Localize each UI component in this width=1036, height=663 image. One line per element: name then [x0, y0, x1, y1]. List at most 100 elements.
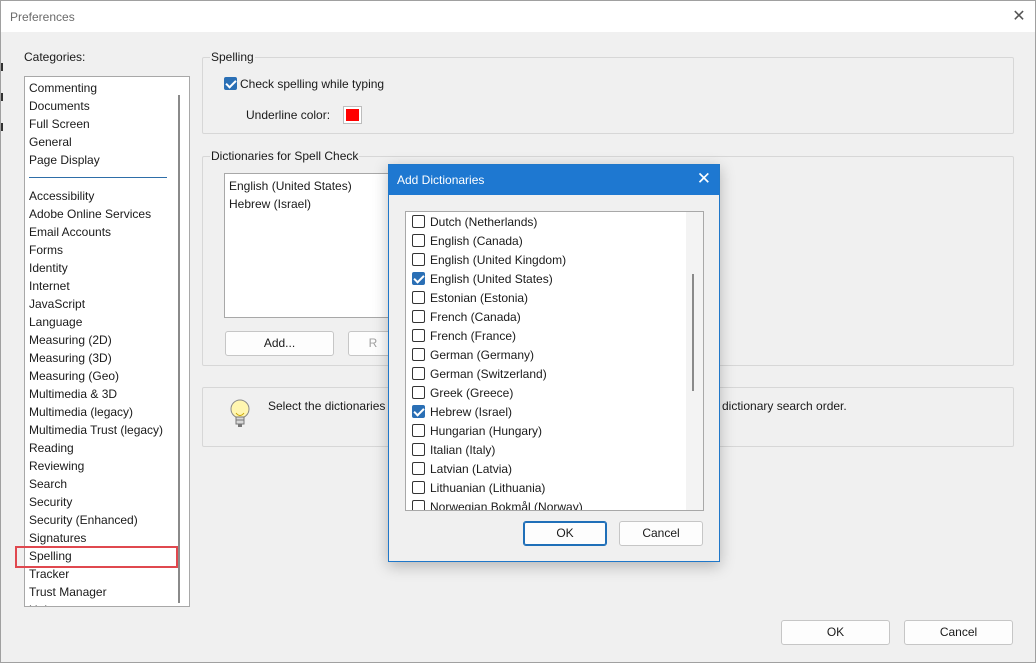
- list-item[interactable]: Lithuanian (Lithuania): [412, 479, 545, 498]
- language-label: Dutch (Netherlands): [430, 215, 538, 229]
- language-label: English (Canada): [430, 234, 523, 248]
- close-icon[interactable]: ✕: [1009, 6, 1029, 26]
- list-item[interactable]: Hebrew (Israel): [412, 403, 512, 422]
- list-item[interactable]: English (United States): [229, 177, 352, 195]
- category-item[interactable]: Commenting: [29, 79, 97, 97]
- list-item[interactable]: French (France): [412, 327, 516, 346]
- language-checkbox[interactable]: [412, 234, 425, 247]
- language-checkbox[interactable]: [412, 367, 425, 380]
- dictionaries-group-title: Dictionaries for Spell Check: [210, 149, 360, 163]
- category-item[interactable]: Page Display: [29, 151, 100, 169]
- window-title: Preferences: [10, 10, 75, 24]
- category-item[interactable]: Full Screen: [29, 115, 90, 133]
- category-item[interactable]: Documents: [29, 97, 90, 115]
- list-item[interactable]: Dutch (Netherlands): [412, 213, 537, 232]
- cancel-button[interactable]: Cancel: [904, 620, 1013, 645]
- dialog-title-bar: Add Dictionaries ✕: [389, 165, 719, 195]
- language-checkbox[interactable]: [412, 386, 425, 399]
- dialog-ok-button[interactable]: OK: [523, 521, 607, 546]
- category-item[interactable]: Multimedia & 3D: [29, 385, 117, 403]
- language-checkbox[interactable]: [412, 310, 425, 323]
- language-label: German (Switzerland): [430, 367, 547, 381]
- spelling-group: [202, 57, 1014, 134]
- language-label: Norwegian Bokmål (Norway): [430, 500, 583, 511]
- category-item[interactable]: Email Accounts: [29, 223, 111, 241]
- list-item[interactable]: English (United States): [412, 270, 553, 289]
- category-item[interactable]: Measuring (Geo): [29, 367, 119, 385]
- list-item[interactable]: French (Canada): [412, 308, 521, 327]
- language-checkbox[interactable]: [412, 424, 425, 437]
- ok-button[interactable]: OK: [781, 620, 890, 645]
- category-item[interactable]: Measuring (2D): [29, 331, 112, 349]
- category-item[interactable]: Signatures: [29, 529, 86, 547]
- category-item[interactable]: Security (Enhanced): [29, 511, 138, 529]
- language-label: Latvian (Latvia): [430, 462, 513, 476]
- categories-scrollbar[interactable]: [178, 95, 180, 603]
- list-item[interactable]: Greek (Greece): [412, 384, 513, 403]
- language-checkbox[interactable]: [412, 253, 425, 266]
- check-spelling-label[interactable]: Check spelling while typing: [240, 77, 384, 91]
- language-label: English (United Kingdom): [430, 253, 567, 267]
- check-spelling-checkbox[interactable]: [224, 77, 237, 90]
- categories-list[interactable]: Commenting Documents Full Screen General Pag…: [24, 76, 190, 607]
- category-item[interactable]: Search: [29, 475, 67, 493]
- category-item[interactable]: Security: [29, 493, 72, 511]
- list-item[interactable]: Italian (Italy): [412, 441, 495, 460]
- category-item[interactable]: Reading: [29, 439, 74, 457]
- language-checkbox[interactable]: [412, 329, 425, 342]
- category-item[interactable]: General: [29, 133, 72, 151]
- dialog-cancel-button[interactable]: Cancel: [619, 521, 703, 546]
- dictionaries-list[interactable]: English (United States) Hebrew (Israel): [224, 173, 394, 318]
- categories-label: Categories:: [24, 50, 86, 64]
- language-checkbox[interactable]: [412, 443, 425, 456]
- close-icon[interactable]: ✕: [697, 170, 711, 188]
- category-item[interactable]: Reviewing: [29, 457, 84, 475]
- underline-color-label: Underline color:: [246, 108, 331, 122]
- language-checkbox[interactable]: [412, 481, 425, 494]
- category-item[interactable]: Trust Manager: [29, 583, 107, 601]
- list-item[interactable]: Estonian (Estonia): [412, 289, 528, 308]
- language-label: Hungarian (Hungary): [430, 424, 543, 438]
- list-item[interactable]: German (Germany): [412, 346, 534, 365]
- list-item[interactable]: English (Canada): [412, 232, 523, 251]
- category-item[interactable]: Multimedia (legacy): [29, 403, 133, 421]
- language-checkbox[interactable]: [412, 348, 425, 361]
- category-item[interactable]: Language: [29, 313, 82, 331]
- language-checkbox[interactable]: [412, 272, 425, 285]
- add-dictionary-button[interactable]: Add...: [225, 331, 334, 356]
- language-checkbox[interactable]: [412, 500, 425, 510]
- hint-text-left: Select the dictionaries f: [268, 399, 393, 413]
- languages-list[interactable]: Norwegian Bokmål (Norway) Lithuanian (Lit…: [405, 211, 704, 511]
- languages-scrollbar-thumb[interactable]: [692, 274, 694, 391]
- category-item[interactable]: Multimedia Trust (legacy): [29, 421, 163, 439]
- category-item[interactable]: Accessibility: [29, 187, 94, 205]
- category-item[interactable]: Forms: [29, 241, 63, 259]
- selected-category-highlight: [15, 546, 178, 568]
- languages-scrollbar-track[interactable]: [686, 212, 703, 510]
- category-item[interactable]: JavaScript: [29, 295, 85, 313]
- category-item[interactable]: Units: [29, 601, 56, 606]
- category-item[interactable]: Measuring (3D): [29, 349, 112, 367]
- preferences-window: Preferences ✕ Categories: Commenting Docu…: [0, 0, 1036, 663]
- list-item[interactable]: English (United Kingdom): [412, 251, 566, 270]
- underline-color-picker[interactable]: [343, 106, 362, 124]
- lightbulb-icon: [230, 399, 250, 427]
- language-label: English (United States): [430, 272, 553, 286]
- window-edge-marks: [1, 63, 4, 163]
- language-checkbox[interactable]: [412, 462, 425, 475]
- language-checkbox[interactable]: [412, 405, 425, 418]
- list-item[interactable]: Latvian (Latvia): [412, 460, 512, 479]
- language-label: Estonian (Estonia): [430, 291, 529, 305]
- title-bar: Preferences ✕: [1, 1, 1035, 32]
- list-item[interactable]: German (Switzerland): [412, 365, 547, 384]
- list-item[interactable]: Hungarian (Hungary): [412, 422, 542, 441]
- category-item[interactable]: Identity: [29, 259, 68, 277]
- language-checkbox[interactable]: [412, 215, 425, 228]
- language-label: French (Canada): [430, 310, 521, 324]
- category-item[interactable]: Adobe Online Services: [29, 205, 151, 223]
- language-checkbox[interactable]: [412, 291, 425, 304]
- list-item[interactable]: Hebrew (Israel): [229, 195, 311, 213]
- color-swatch-fill: [346, 109, 359, 121]
- category-item[interactable]: Internet: [29, 277, 70, 295]
- list-item[interactable]: Norwegian Bokmål (Norway): [412, 498, 583, 511]
